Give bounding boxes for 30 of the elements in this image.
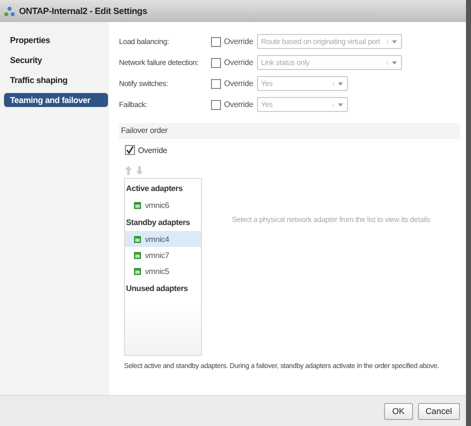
group-title: Active adapters — [125, 183, 184, 195]
sidebar-item[interactable]: Properties — [4, 33, 108, 47]
override-checkbox[interactable] — [211, 78, 221, 88]
override-checkbox[interactable] — [211, 36, 221, 46]
adapter-item[interactable]: vmnic6 — [125, 197, 201, 213]
ok-button[interactable]: OK — [384, 402, 413, 420]
adapter-item[interactable]: vmnic5 — [125, 263, 201, 279]
override-checkbox[interactable] — [211, 100, 221, 110]
network-card-icon — [134, 236, 141, 242]
network-card-icon — [134, 202, 141, 208]
group-title: Standby adapters — [125, 217, 191, 229]
window-title: ONTAP-Internal2 - Edit Settings — [19, 6, 148, 16]
adapter-item[interactable]: vmnic4 — [125, 231, 201, 247]
network-icon — [4, 6, 15, 16]
override-label: Override — [138, 146, 168, 154]
section-header: Failover order — [119, 123, 460, 139]
override-label: Override — [224, 37, 254, 46]
adapter-item[interactable]: vmnic7 — [125, 247, 201, 263]
override-label: Override — [224, 58, 254, 67]
sidebar-item[interactable]: Teaming and failover — [4, 93, 108, 107]
override-checkbox[interactable] — [211, 58, 221, 68]
cancel-button[interactable]: Cancel — [418, 402, 460, 420]
network-card-icon — [134, 268, 141, 274]
override-checkbox[interactable] — [125, 145, 135, 155]
network-card-icon — [134, 252, 141, 258]
sidebar-item[interactable]: Security — [4, 53, 108, 67]
override-label: Override — [224, 100, 254, 109]
override-label: Override — [224, 79, 254, 88]
group-title: Unused adapters — [125, 283, 189, 295]
sidebar-item[interactable]: Traffic shaping — [4, 73, 108, 87]
